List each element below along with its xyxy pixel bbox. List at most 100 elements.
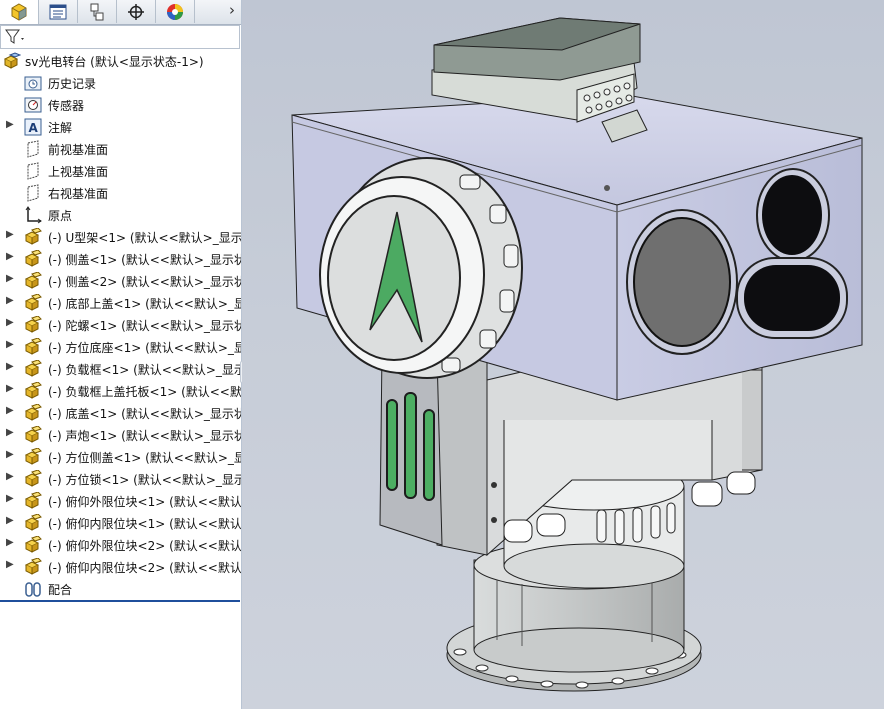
tree-item-label: 注解 bbox=[48, 121, 73, 135]
plane-icon bbox=[24, 162, 42, 180]
assembly-icon bbox=[3, 52, 22, 70]
tree-item[interactable]: ▶ A 注解 bbox=[0, 116, 241, 138]
expand-arrow-icon[interactable]: ▶ bbox=[6, 317, 14, 328]
expand-arrow-icon[interactable]: ▶ bbox=[6, 119, 14, 130]
configuration-icon bbox=[90, 3, 104, 20]
tree-filter-input[interactable] bbox=[0, 25, 240, 49]
expand-arrow-icon[interactable]: ▶ bbox=[6, 493, 14, 504]
tree-item-label: 右视基准面 bbox=[48, 187, 109, 201]
expand-arrow-icon[interactable]: ▶ bbox=[6, 537, 14, 548]
origin-icon bbox=[24, 206, 42, 224]
tree-item[interactable]: ▶ (-) 方位侧盖<1> (默认<<默认>_显 bbox=[0, 446, 241, 468]
tree-item[interactable]: 传感器 bbox=[0, 94, 241, 116]
part-icon bbox=[24, 271, 42, 290]
tree-item-label: (-) 侧盖<1> (默认<<默认>_显示状 bbox=[48, 253, 242, 267]
part-cube-icon bbox=[11, 3, 27, 21]
turret-3d-model[interactable] bbox=[242, 0, 884, 709]
part-icon bbox=[24, 491, 42, 510]
tree-item-label: (-) 方位锁<1> (默认<<默认>_显示 bbox=[48, 473, 242, 487]
tree-item-label: (-) 声炮<1> (默认<<默认>_显示状 bbox=[48, 429, 242, 443]
part-icon bbox=[24, 293, 42, 312]
part-icon bbox=[24, 403, 42, 422]
part-icon bbox=[24, 557, 42, 576]
tree-item-label: 配合 bbox=[48, 583, 73, 597]
tree-item-label: (-) 俯仰外限位块<2> (默认<<默认> bbox=[48, 539, 242, 553]
tree-item[interactable]: ▶ (-) 陀螺<1> (默认<<默认>_显示状 bbox=[0, 314, 241, 336]
tree-item-label: (-) 底盖<1> (默认<<默认>_显示状 bbox=[48, 407, 242, 421]
part-icon bbox=[24, 315, 42, 334]
tree-item[interactable]: 原点 bbox=[0, 204, 241, 226]
tree-item-label: (-) 俯仰外限位块<1> (默认<<默认> bbox=[48, 495, 242, 509]
display-manager-tab[interactable] bbox=[156, 0, 195, 23]
tree-item[interactable]: ▶ (-) 底盖<1> (默认<<默认>_显示状 bbox=[0, 402, 241, 424]
tree-item[interactable]: 历史记录 bbox=[0, 72, 241, 94]
tree-item[interactable]: ▶ (-) 侧盖<1> (默认<<默认>_显示状 bbox=[0, 248, 241, 270]
expand-arrow-icon[interactable]: ▶ bbox=[6, 273, 14, 284]
part-icon bbox=[24, 535, 42, 554]
part-icon bbox=[24, 469, 42, 488]
tree-item-label: 历史记录 bbox=[48, 77, 97, 91]
tree-item-label: (-) 负载框上盖托板<1> (默认<<默认 bbox=[48, 385, 242, 399]
tree-item[interactable]: 前视基准面 bbox=[0, 138, 241, 160]
part-icon bbox=[24, 227, 42, 246]
tree-item-label: (-) 侧盖<2> (默认<<默认>_显示状 bbox=[48, 275, 242, 289]
part-icon bbox=[24, 337, 42, 356]
graphics-viewport[interactable] bbox=[242, 0, 884, 709]
tree-item[interactable]: ▶ (-) 方位锁<1> (默认<<默认>_显示 bbox=[0, 468, 241, 490]
tree-item[interactable]: ▶ (-) 声炮<1> (默认<<默认>_显示状 bbox=[0, 424, 241, 446]
propertymanager-tab[interactable] bbox=[39, 0, 78, 23]
tree-item[interactable]: ▶ (-) 俯仰外限位块<1> (默认<<默认> bbox=[0, 490, 241, 512]
annotation-icon: A bbox=[24, 118, 42, 136]
tree-end-marker bbox=[0, 600, 240, 602]
tree-item-label: 原点 bbox=[48, 209, 73, 223]
tree-item[interactable]: ▶ (-) 俯仰内限位块<1> (默认<<默认> bbox=[0, 512, 241, 534]
more-tabs-arrow[interactable]: › bbox=[229, 1, 235, 19]
part-icon bbox=[24, 425, 42, 444]
side-cover bbox=[379, 349, 443, 546]
tree-item[interactable]: 配合 bbox=[0, 578, 241, 600]
plane-icon bbox=[24, 140, 42, 158]
feature-manager-panel: › sv光电转台 (默认<显示状态-1>) 历史记录传感器 ▶ A 注解前视基准面上视基… bbox=[0, 0, 242, 709]
part-icon bbox=[24, 513, 42, 532]
manager-tab-bar: › bbox=[0, 0, 241, 25]
expand-arrow-icon[interactable]: ▶ bbox=[6, 427, 14, 438]
tree-item[interactable]: ▶ (-) 底部上盖<1> (默认<<默认>_显示 bbox=[0, 292, 241, 314]
expand-arrow-icon[interactable]: ▶ bbox=[6, 471, 14, 482]
tree-item[interactable]: 右视基准面 bbox=[0, 182, 241, 204]
expand-arrow-icon[interactable]: ▶ bbox=[6, 449, 14, 460]
tree-item-label: 前视基准面 bbox=[48, 143, 109, 157]
tree-item[interactable]: ▶ (-) 负载框上盖托板<1> (默认<<默认 bbox=[0, 380, 241, 402]
tree-item[interactable]: 上视基准面 bbox=[0, 160, 241, 182]
tree-root-item[interactable]: sv光电转台 (默认<显示状态-1>) bbox=[0, 50, 241, 72]
tree-item-label: (-) 方位底座<1> (默认<<默认>_显 bbox=[48, 341, 242, 355]
expand-arrow-icon[interactable]: ▶ bbox=[6, 361, 14, 372]
tree-item[interactable]: ▶ (-) 俯仰外限位块<2> (默认<<默认> bbox=[0, 534, 241, 556]
dimxpert-tab[interactable] bbox=[117, 0, 156, 23]
sensor-icon bbox=[24, 96, 42, 114]
tree-item-label: (-) 负载框<1> (默认<<默认>_显示 bbox=[48, 363, 242, 377]
tree-item[interactable]: ▶ (-) U型架<1> (默认<<默认>_显示状 bbox=[0, 226, 241, 248]
expand-arrow-icon[interactable]: ▶ bbox=[6, 559, 14, 570]
tree-item[interactable]: ▶ (-) 负载框<1> (默认<<默认>_显示 bbox=[0, 358, 241, 380]
tree-item-label: (-) 底部上盖<1> (默认<<默认>_显示 bbox=[48, 297, 242, 311]
tree-item[interactable]: ▶ (-) 俯仰内限位块<2> (默认<<默认> bbox=[0, 556, 241, 578]
part-icon bbox=[24, 447, 42, 466]
expand-arrow-icon[interactable]: ▶ bbox=[6, 339, 14, 350]
tree-item-label: (-) 陀螺<1> (默认<<默认>_显示状 bbox=[48, 319, 242, 333]
tree-item-label: (-) 俯仰内限位块<2> (默认<<默认> bbox=[48, 561, 242, 575]
tree-item[interactable]: ▶ (-) 侧盖<2> (默认<<默认>_显示状 bbox=[0, 270, 241, 292]
tree-item[interactable]: ▶ (-) 方位底座<1> (默认<<默认>_显 bbox=[0, 336, 241, 358]
tree-item-label: 传感器 bbox=[48, 99, 85, 113]
tree-item-label: (-) U型架<1> (默认<<默认>_显示状 bbox=[48, 231, 242, 245]
svg-text:A: A bbox=[29, 121, 39, 135]
expand-arrow-icon[interactable]: ▶ bbox=[6, 405, 14, 416]
featuremanager-tab[interactable] bbox=[0, 0, 39, 24]
configuration-tab[interactable] bbox=[78, 0, 117, 23]
part-icon bbox=[24, 381, 42, 400]
expand-arrow-icon[interactable]: ▶ bbox=[6, 251, 14, 262]
expand-arrow-icon[interactable]: ▶ bbox=[6, 229, 14, 240]
expand-arrow-icon[interactable]: ▶ bbox=[6, 295, 14, 306]
history-folder-icon bbox=[24, 74, 42, 92]
expand-arrow-icon[interactable]: ▶ bbox=[6, 383, 14, 394]
expand-arrow-icon[interactable]: ▶ bbox=[6, 515, 14, 526]
